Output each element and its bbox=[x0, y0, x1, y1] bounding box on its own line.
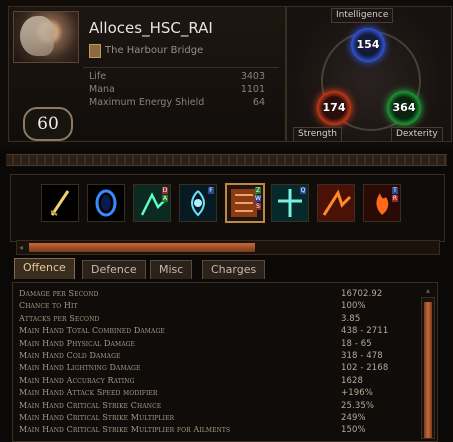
stat-row: Main Hand Critical Strike Multiplier 249% bbox=[19, 412, 417, 424]
portrait-hair bbox=[20, 16, 54, 56]
stat-row: Main Hand Critical Strike Multiplier for… bbox=[19, 424, 417, 436]
stat-label: Main Hand Cold Damage bbox=[19, 351, 121, 360]
stat-mana: Mana 1101 bbox=[89, 84, 265, 95]
stat-value: 1101 bbox=[240, 84, 265, 95]
stat-value: 1628 bbox=[341, 375, 364, 386]
stat-label: Main Hand Critical Strike Multiplier for… bbox=[19, 425, 231, 435]
link-badge: F bbox=[208, 187, 214, 194]
sword-skill-icon bbox=[50, 190, 70, 216]
stat-label: Main Hand Attack Speed modifier bbox=[19, 388, 158, 398]
skill-slot-2[interactable] bbox=[87, 184, 125, 222]
stat-label: Main Hand Lightning Damage bbox=[19, 363, 141, 373]
character-level: 60 bbox=[23, 107, 73, 141]
intelligence-label: Intelligence bbox=[331, 8, 394, 23]
stat-label: Main Hand Critical Strike Multiplier bbox=[19, 413, 175, 422]
skill-slot-3[interactable]: D A bbox=[133, 184, 171, 222]
stat-label: Main Hand Critical Strike Chance bbox=[19, 400, 162, 410]
link-badge: D bbox=[162, 187, 168, 194]
offence-stats-list: Damage per Second 16702.92 Chance to Hit 10… bbox=[12, 282, 438, 442]
tab-misc[interactable]: Misc bbox=[150, 260, 193, 279]
stat-value: 150% bbox=[341, 425, 366, 436]
stat-value: 3403 bbox=[240, 71, 265, 82]
stat-row: Main Hand Lightning Damage 102 - 2168 bbox=[19, 362, 417, 374]
dexterity-orb[interactable]: 364 bbox=[387, 91, 421, 125]
stat-row: Attacks per Second 3.85 bbox=[19, 313, 417, 325]
tab-defence[interactable]: Defence bbox=[82, 260, 146, 279]
stats-section: D A F Z W S Q T R ◂ Offence Defence Misc… bbox=[0, 150, 453, 442]
character-name: Alloces_HSC_RAI bbox=[89, 19, 213, 37]
stat-label: Chance to Hit bbox=[19, 301, 78, 311]
stat-row: Main Hand Cold Damage 318 - 478 bbox=[19, 350, 417, 362]
ornamental-border bbox=[6, 154, 447, 166]
stat-value: 16702.92 bbox=[341, 289, 383, 299]
stat-value: 249% bbox=[341, 413, 366, 423]
character-panel: Alloces_HSC_RAI The Harbour Bridge Life … bbox=[8, 6, 286, 142]
link-badge: Z bbox=[255, 187, 261, 194]
stat-row: Main Hand Attack Speed modifier +196% bbox=[19, 387, 417, 399]
attribute-panel: 154 174 364 Intelligence Strength Dexter… bbox=[286, 6, 452, 142]
strength-orb[interactable]: 174 bbox=[317, 91, 351, 125]
character-location: The Harbour Bridge bbox=[105, 45, 204, 56]
dexterity-label: Dexterity bbox=[391, 127, 443, 141]
divider bbox=[83, 67, 279, 68]
scroll-up-icon[interactable]: ▴ bbox=[422, 286, 434, 296]
stat-life: Life 3403 bbox=[89, 71, 265, 82]
skill-slot-5[interactable]: Z W S bbox=[225, 183, 265, 223]
blue-ring-skill-icon bbox=[95, 189, 117, 217]
link-badge: T bbox=[392, 187, 398, 194]
skill-slot-7[interactable] bbox=[317, 184, 355, 222]
skill-slot-6[interactable]: Q bbox=[271, 184, 309, 222]
stat-label: Main Hand Total Combined Damage bbox=[19, 326, 165, 336]
stat-row: Damage per Second 16702.92 bbox=[19, 288, 417, 300]
stat-value: 25.35% bbox=[341, 400, 375, 411]
link-badge: Q bbox=[300, 187, 306, 194]
stat-value: 102 - 2168 bbox=[341, 363, 389, 374]
character-header: Alloces_HSC_RAI The Harbour Bridge Life … bbox=[0, 0, 453, 148]
stat-value: 318 - 478 bbox=[341, 351, 383, 361]
stat-label: Maximum Energy Shield bbox=[89, 97, 205, 108]
character-portrait bbox=[13, 11, 79, 63]
stat-label: Life bbox=[89, 71, 107, 82]
stat-value: 3.85 bbox=[341, 313, 361, 324]
scrollbar-thumb[interactable] bbox=[424, 302, 432, 438]
skill-slots: D A F Z W S Q T R bbox=[10, 174, 445, 242]
stat-value: +196% bbox=[341, 388, 373, 399]
stat-energy-shield: Maximum Energy Shield 64 bbox=[89, 97, 265, 108]
stat-label: Attacks per Second bbox=[19, 313, 100, 323]
link-badge: A bbox=[162, 195, 168, 202]
strength-label: Strength bbox=[293, 127, 342, 141]
link-badge: R bbox=[392, 195, 398, 202]
skill-slot-8[interactable]: T R bbox=[363, 184, 401, 222]
stat-label: Damage per Second bbox=[19, 289, 99, 298]
stat-label: Main Hand Accuracy Rating bbox=[19, 375, 135, 385]
intelligence-orb[interactable]: 154 bbox=[351, 28, 385, 62]
scroll-left-icon[interactable]: ◂ bbox=[19, 243, 25, 252]
scrollbar-thumb[interactable] bbox=[29, 243, 255, 252]
stat-value: 438 - 2711 bbox=[341, 326, 389, 337]
link-badge: W bbox=[255, 195, 261, 202]
stat-row: Main Hand Critical Strike Chance 25.35% bbox=[19, 400, 417, 412]
guild-icon bbox=[89, 44, 101, 58]
stat-value: 64 bbox=[252, 97, 265, 108]
fire-strike-skill-icon bbox=[318, 185, 354, 221]
stat-value: 18 - 65 bbox=[341, 338, 372, 349]
stat-row: Main Hand Physical Damage 18 - 65 bbox=[19, 338, 417, 350]
stat-row: Chance to Hit 100% bbox=[19, 300, 417, 312]
vertical-scrollbar[interactable]: ▴ bbox=[421, 286, 435, 439]
link-badge: S bbox=[255, 203, 261, 210]
stat-value: 100% bbox=[341, 301, 366, 312]
skill-slot-1[interactable] bbox=[41, 184, 79, 222]
tab-charges[interactable]: Charges bbox=[202, 260, 266, 279]
stat-row: Main Hand Accuracy Rating 1628 bbox=[19, 375, 417, 387]
stat-label: Main Hand Physical Damage bbox=[19, 338, 136, 348]
stat-row: Main Hand Total Combined Damage 438 - 271… bbox=[19, 325, 417, 337]
horizontal-scrollbar[interactable]: ◂ bbox=[16, 240, 440, 255]
stat-label: Mana bbox=[89, 84, 115, 95]
tab-offence[interactable]: Offence bbox=[14, 258, 75, 279]
skill-slot-4[interactable]: F bbox=[179, 184, 217, 222]
